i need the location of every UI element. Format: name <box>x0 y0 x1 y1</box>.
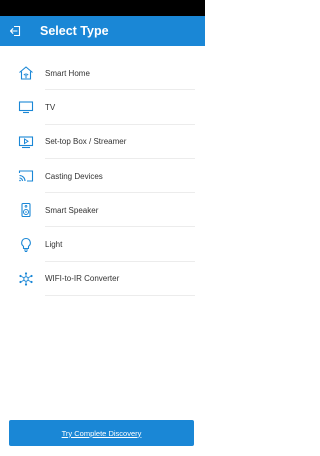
device-type-label: Set-top Box / Streamer <box>45 137 127 147</box>
app-bar: Select Type <box>0 16 205 46</box>
device-type-wifi-ir[interactable]: WIFI-to-IR Converter <box>0 262 205 297</box>
device-type-light[interactable]: Light <box>0 227 205 262</box>
back-button[interactable] <box>8 24 22 38</box>
device-type-label: Smart Speaker <box>45 205 99 215</box>
try-complete-discovery-label: Try Complete Discovery <box>61 428 142 438</box>
device-type-label: TV <box>45 102 56 112</box>
try-complete-discovery-button[interactable]: Try Complete Discovery <box>9 420 194 446</box>
device-type-label: Smart Home <box>45 68 90 78</box>
device-type-label: Casting Devices <box>45 171 103 181</box>
wifi-ir-converter-icon <box>16 269 36 289</box>
device-type-casting[interactable]: Casting Devices <box>0 159 205 194</box>
divider <box>45 295 195 297</box>
light-bulb-icon <box>16 235 36 255</box>
exit-arrow-icon <box>9 25 21 37</box>
device-type-list: Smart Home TV Set-top Box / Streamer Cas… <box>0 56 205 297</box>
casting-icon <box>16 166 36 186</box>
device-type-tv[interactable]: TV <box>0 90 205 125</box>
device-type-smart-home[interactable]: Smart Home <box>0 56 205 91</box>
tv-icon <box>16 97 36 117</box>
smart-home-icon <box>16 63 36 83</box>
set-top-box-icon <box>16 132 36 152</box>
device-type-label: Light <box>45 240 63 250</box>
device-type-smart-speaker[interactable]: Smart Speaker <box>0 193 205 228</box>
device-type-set-top-box[interactable]: Set-top Box / Streamer <box>0 125 205 159</box>
speaker-icon <box>16 200 36 220</box>
status-bar <box>0 0 205 16</box>
page-title: Select Type <box>40 24 109 38</box>
device-type-label: WIFI-to-IR Converter <box>45 274 120 284</box>
